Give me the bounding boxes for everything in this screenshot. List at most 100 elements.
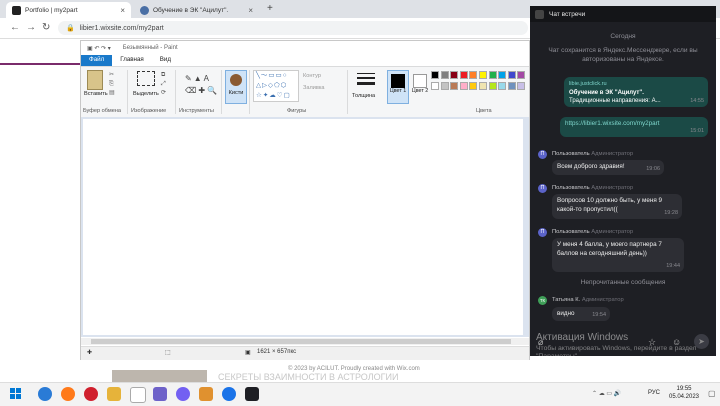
cut-copy-icons[interactable]: ✂ ⎘ ▤ [109,71,115,98]
viber-icon[interactable] [176,387,190,401]
color-swatch[interactable] [517,82,526,90]
windows-taskbar: ⌃ ☁ ▭ 🔊 РУС 19:55 05.04.2023 ▢ [0,382,720,406]
color-swatch[interactable] [507,82,516,90]
color-swatch[interactable] [469,71,478,79]
windows-activation-title: Активация Windows [536,332,629,343]
select-icon[interactable] [137,71,155,86]
word-icon[interactable] [130,387,146,403]
folder-icon[interactable] [107,387,121,401]
color-swatch[interactable] [479,82,487,90]
drawing-canvas[interactable] [83,119,523,335]
tab-view[interactable]: Вид [152,55,179,66]
new-tab-button[interactable]: + [267,3,273,14]
outline-button[interactable]: Контур [303,73,321,79]
color-swatch[interactable] [488,71,497,79]
forward-button[interactable]: → [26,22,36,33]
quick-access-icons[interactable]: ▣ ↶ ↷ ▾ [87,45,111,52]
divider [127,70,128,114]
tab-acilut[interactable]: Обучение в ЭК "Ацилут". × [134,2,259,18]
chrome-icon[interactable] [222,387,236,401]
unread-divider: Непрочитанные сообщения [580,279,666,286]
tab-file[interactable]: Файл [81,55,113,66]
clock-time: 19:55 [676,386,692,392]
paste-icon[interactable] [87,70,103,90]
reload-button[interactable]: ↻ [42,22,50,33]
notifications-icon[interactable]: ▢ [708,389,716,398]
crop-resize-icons[interactable]: ⧉ ⤢ ⟳ [161,71,166,98]
ribbon-tabs: Файл Главная Вид [81,55,529,66]
color2-button[interactable]: Цвет 2 [411,70,429,102]
message-text: Вопросов 10 должно быть, у меня 9 какой-… [557,197,663,213]
windows-activation-text: Чтобы активировать Windows, перейдите в … [536,345,697,356]
tab-home[interactable]: Главная [112,55,152,66]
color-swatch[interactable] [479,71,487,79]
color-swatch[interactable] [488,82,497,90]
shapes-gallery[interactable]: ╲〜▭▭○ △▷◇⬠⬡ ☆✦☁♡▢ [253,70,299,102]
image-size-icon: ▣ [245,350,251,356]
color-swatch[interactable] [450,82,459,90]
color-swatch[interactable] [507,71,516,79]
paint-status-bar: ✚ ⬚ ▣ 1621 × 657пкс [81,346,529,360]
tab-portfolio[interactable]: Portfolio | my2part × [6,2,131,18]
color-swatch[interactable] [517,71,526,79]
color-swatch[interactable] [459,82,468,90]
chat-message: У меня 4 балла, у моего партнера 7 балло… [552,238,684,272]
color-swatch[interactable] [498,71,507,79]
horizontal-scrollbar[interactable] [81,338,529,345]
page-image [112,370,207,382]
paste-label[interactable]: Вставить [84,91,108,97]
color-swatch[interactable] [440,71,449,79]
message-text: видно [557,310,575,317]
color1-button[interactable]: Цвет 1 [387,70,409,104]
brushes-button[interactable]: Кисти [225,70,247,104]
canvas-area [81,117,529,337]
color-swatch[interactable] [431,71,439,79]
link-card-domain: libie.justclick.ru [569,81,607,87]
my-link-message[interactable]: https://libier1.wixsite.com/my2part 15:0… [560,117,708,137]
select-label[interactable]: Выделить [133,91,159,97]
message-text[interactable]: https://libier1.wixsite.com/my2part [565,120,659,127]
image-dimensions: 1621 × 657пкс [257,349,297,355]
meeting-chat-panel: Чат встречи Сегодня Чат сохранится в Янд… [530,6,716,356]
color-swatch[interactable] [431,82,439,90]
color-swatch[interactable] [469,82,478,90]
firefox-icon[interactable] [61,387,75,401]
color2-swatch [413,74,427,88]
link-card[interactable]: libie.justclick.ru Обучение в ЭК "Ацилут… [564,77,708,107]
back-button[interactable]: ← [10,22,20,33]
color-swatch[interactable] [440,82,449,90]
clipboard-group-label: Буфер обмена [83,108,122,114]
chat-header: Чат встречи [530,6,716,22]
color-swatch[interactable] [450,71,459,79]
brush-icon [230,74,242,86]
telemost-icon[interactable] [245,387,259,401]
color-palette[interactable] [431,71,529,95]
close-icon[interactable]: × [120,6,125,15]
size-icon[interactable] [357,73,375,85]
avatar: П [538,150,547,159]
avatar: ТК [538,296,547,305]
message-time: 19:54 [592,311,606,318]
tools-icons[interactable]: ✎▲A ⌫✚🔍 [185,73,219,97]
shapes-group-label: Фигуры [287,108,307,114]
lock-icon: 🔒 [66,25,75,32]
fill-button[interactable]: Заливка [303,85,325,91]
close-icon[interactable]: × [248,6,253,15]
color-swatch[interactable] [459,71,468,79]
chat-icon [535,9,544,19]
language-indicator[interactable]: РУС [648,390,660,396]
message-time: 19:28 [664,209,678,216]
link-card-title: Обучение в ЭК "Ацилут". [569,89,644,96]
clock[interactable]: 19:55 05.04.2023 [664,385,704,401]
address-bar[interactable]: 🔒 libier1.wixsite.com/my2part [58,21,528,35]
color-swatch[interactable] [498,82,507,90]
tray-icons[interactable]: ⌃ ☁ ▭ 🔊 [592,390,621,397]
edge-icon[interactable] [38,387,52,401]
start-button[interactable] [10,388,22,400]
app-icon[interactable] [153,387,167,401]
size-label[interactable]: Толщина [352,93,375,99]
page-heading: СЕКРЕТЫ ВЗАИМНОСТИ В АСТРОЛОГИИ [218,372,399,382]
scroll-thumb[interactable] [91,339,511,344]
opera-icon[interactable] [84,387,98,401]
paint-icon[interactable] [199,387,213,401]
